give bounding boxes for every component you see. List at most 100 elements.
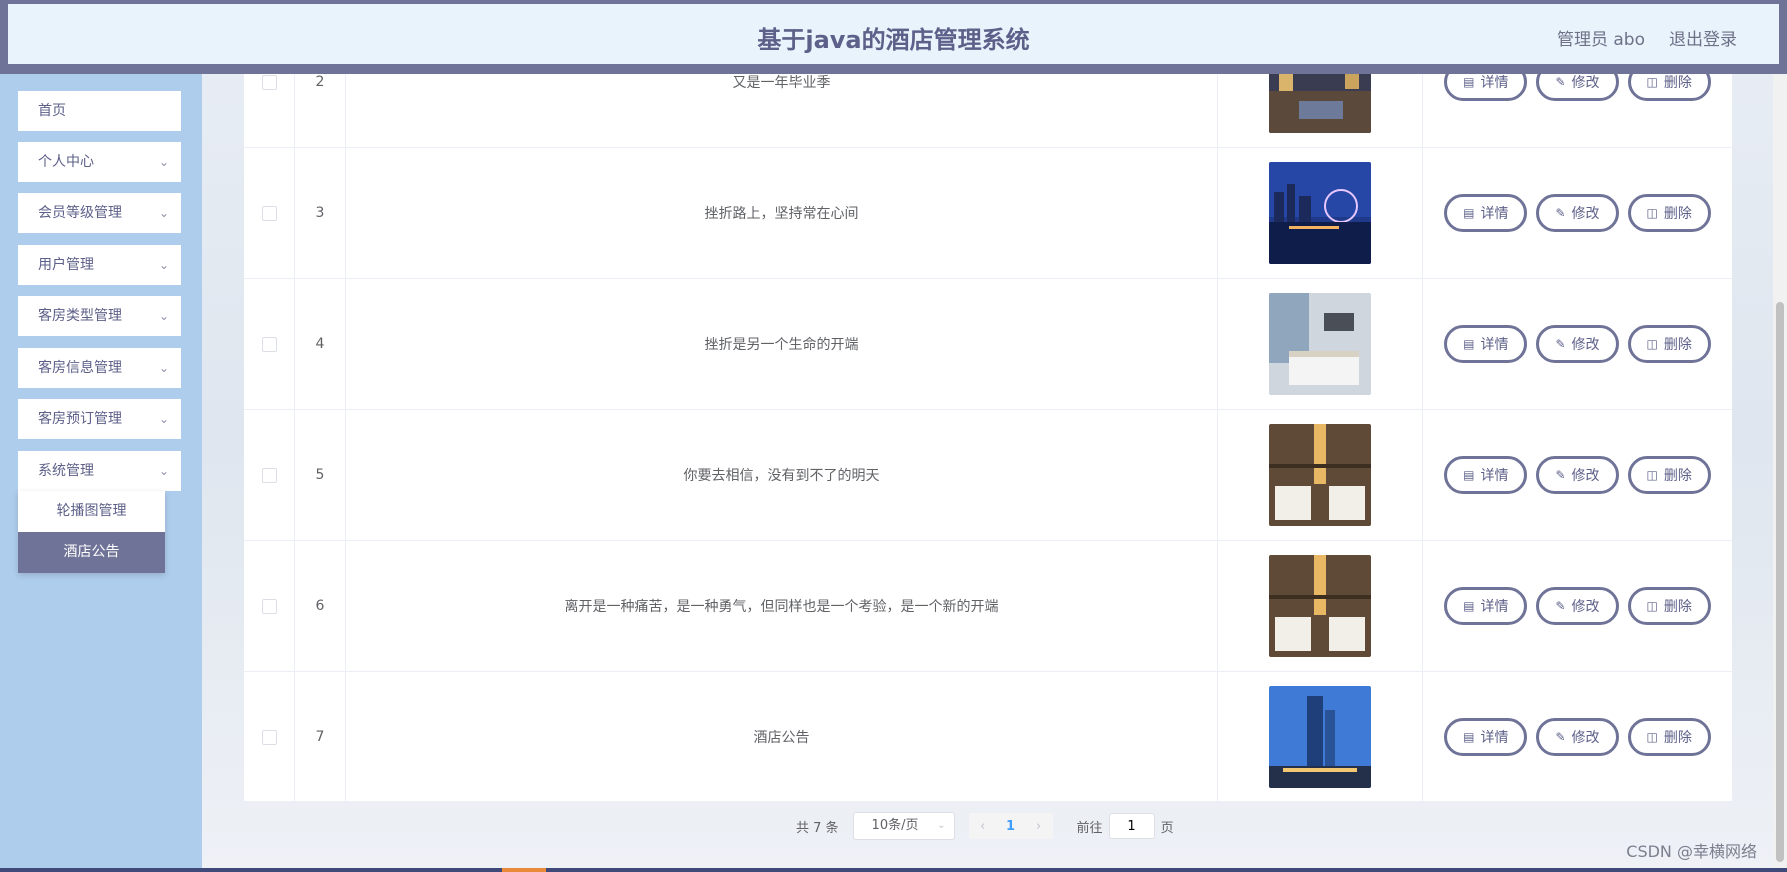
sidebar-item-room-booking[interactable]: 客房预订管理 ⌄ bbox=[18, 399, 181, 439]
system-submenu: 轮播图管理 酒店公告 bbox=[18, 491, 165, 573]
sidebar-item-profile[interactable]: 个人中心 ⌄ bbox=[18, 142, 181, 182]
document-icon: ▤ bbox=[1463, 337, 1475, 351]
document-icon: ▤ bbox=[1463, 730, 1475, 744]
goto-page-input[interactable] bbox=[1108, 813, 1155, 839]
sidebar-item-label: 客房信息管理 bbox=[38, 360, 122, 376]
sidebar-item-room-types[interactable]: 客房类型管理 ⌄ bbox=[18, 296, 181, 336]
taskbar-strip bbox=[0, 868, 1787, 872]
row-index: 7 bbox=[315, 729, 325, 745]
chevron-down-icon: ⌄ bbox=[158, 361, 169, 375]
sidebar-item-label: 个人中心 bbox=[38, 154, 94, 170]
detail-button[interactable]: ▤ 详情 bbox=[1444, 325, 1528, 363]
row-checkbox[interactable] bbox=[261, 74, 277, 90]
edit-button[interactable]: ✎ 修改 bbox=[1536, 718, 1619, 756]
next-page-icon[interactable]: › bbox=[1025, 819, 1053, 834]
goto-page: 前往 页 bbox=[1077, 813, 1174, 839]
trash-icon: ◫ bbox=[1646, 337, 1658, 351]
chevron-down-icon: ⌄ bbox=[158, 464, 169, 478]
notice-table: 2 又是一年毕业季 ▤ 详情 ✎ 修改 ◫ 删除 3 挫折路上，坚持常在心间 ▤… bbox=[244, 17, 1732, 803]
pagination: 共 7 条 10条/页 ⌄ ‹ 1 › 前往 页 bbox=[796, 812, 1174, 840]
prev-page-icon[interactable]: ‹ bbox=[969, 819, 997, 834]
sidebar-item-label: 客房类型管理 bbox=[38, 308, 122, 324]
submenu-item-carousel[interactable]: 轮播图管理 bbox=[18, 491, 165, 532]
detail-button[interactable]: ▤ 详情 bbox=[1444, 587, 1528, 625]
watermark-text: CSDN @幸横网络 bbox=[1626, 842, 1757, 861]
document-icon: ▤ bbox=[1463, 206, 1475, 220]
delete-button[interactable]: ◫ 删除 bbox=[1627, 587, 1711, 625]
delete-button[interactable]: ◫ 删除 bbox=[1627, 718, 1711, 756]
edit-button[interactable]: ✎ 修改 bbox=[1536, 194, 1619, 232]
sidebar-item-system[interactable]: 系统管理 ⌄ bbox=[18, 451, 181, 491]
page-size-value: 10条/页 bbox=[871, 818, 919, 833]
detail-button[interactable]: ▤ 详情 bbox=[1444, 718, 1528, 756]
row-index: 6 bbox=[315, 598, 325, 614]
row-index: 5 bbox=[315, 467, 325, 483]
row-title: 挫折路上，坚持常在心间 bbox=[704, 206, 859, 222]
sidebar-item-label: 会员等级管理 bbox=[38, 205, 122, 221]
chevron-down-icon: ⌄ bbox=[937, 820, 946, 831]
row-index: 3 bbox=[315, 205, 325, 221]
sidebar-item-label: 系统管理 bbox=[38, 463, 94, 479]
row-title: 挫折是另一个生命的开端 bbox=[704, 337, 859, 353]
header-bar-overlay: 基于java的酒店管理系统 管理员 abo 退出登录 bbox=[8, 4, 1779, 64]
edit-button[interactable]: ✎ 修改 bbox=[1536, 325, 1619, 363]
row-title: 酒店公告 bbox=[753, 730, 810, 746]
twin-bed-room-photo bbox=[1269, 424, 1371, 526]
hotel-room-window-photo bbox=[1269, 293, 1371, 395]
sidebar: 首页 个人中心 ⌄ 会员等级管理 ⌄ 用户管理 ⌄ 客房类型管理 ⌄ 客房信息管… bbox=[0, 74, 202, 872]
sidebar-item-member-level[interactable]: 会员等级管理 ⌄ bbox=[18, 193, 181, 233]
row-checkbox[interactable] bbox=[261, 729, 277, 745]
trash-icon: ◫ bbox=[1646, 599, 1658, 613]
chevron-down-icon: ⌄ bbox=[158, 155, 169, 169]
document-icon: ▤ bbox=[1463, 599, 1475, 613]
row-index: 4 bbox=[315, 336, 325, 352]
detail-button[interactable]: ▤ 详情 bbox=[1444, 194, 1528, 232]
trash-icon: ◫ bbox=[1646, 468, 1658, 482]
top-header-overlay: 基于java的酒店管理系统 管理员 abo 退出登录 bbox=[0, 0, 1787, 74]
row-checkbox[interactable] bbox=[261, 467, 277, 483]
chevron-down-icon: ⌄ bbox=[158, 412, 169, 426]
page-size-select[interactable]: 10条/页 ⌄ bbox=[852, 812, 955, 840]
table-row: 3 挫折路上，坚持常在心间 ▤ 详情 ✎ 修改 ◫ 删除 bbox=[244, 148, 1732, 279]
app-title: 基于java的酒店管理系统 bbox=[757, 26, 1030, 54]
pencil-icon: ✎ bbox=[1555, 599, 1566, 613]
table-row: 7 酒店公告 ▤ 详情 ✎ 修改 ◫ 删除 bbox=[244, 672, 1732, 803]
page-number[interactable]: 1 bbox=[997, 819, 1025, 834]
taskbar-indicator bbox=[502, 868, 546, 872]
hotel-tower-exterior-photo bbox=[1269, 686, 1371, 788]
row-index: 2 bbox=[315, 74, 325, 90]
delete-button[interactable]: ◫ 删除 bbox=[1627, 194, 1711, 232]
sidebar-item-home[interactable]: 首页 bbox=[18, 91, 181, 131]
submenu-item-hotel-notice[interactable]: 酒店公告 bbox=[18, 532, 165, 573]
goto-label: 前往 bbox=[1076, 820, 1103, 836]
table-row: 6 离开是一种痛苦，是一种勇气，但同样也是一个考验，是一个新的开端 ▤ 详情 ✎ 修… bbox=[244, 541, 1732, 672]
page-suffix: 页 bbox=[1160, 820, 1174, 836]
chevron-down-icon: ⌄ bbox=[158, 258, 169, 272]
trash-icon: ◫ bbox=[1646, 75, 1658, 89]
trash-icon: ◫ bbox=[1646, 206, 1658, 220]
chevron-down-icon: ⌄ bbox=[158, 206, 169, 220]
sidebar-item-label: 用户管理 bbox=[38, 257, 94, 273]
edit-button[interactable]: ✎ 修改 bbox=[1536, 456, 1619, 494]
trash-icon: ◫ bbox=[1646, 730, 1658, 744]
row-checkbox[interactable] bbox=[261, 598, 277, 614]
city-night-skyline-photo bbox=[1269, 162, 1371, 264]
delete-button[interactable]: ◫ 删除 bbox=[1627, 325, 1711, 363]
sidebar-item-users[interactable]: 用户管理 ⌄ bbox=[18, 245, 181, 285]
scrollbar-thumb[interactable] bbox=[1776, 302, 1784, 862]
logout-link[interactable]: 退出登录 bbox=[1669, 25, 1737, 50]
delete-button[interactable]: ◫ 删除 bbox=[1627, 456, 1711, 494]
document-icon: ▤ bbox=[1463, 468, 1475, 482]
edit-button[interactable]: ✎ 修改 bbox=[1536, 587, 1619, 625]
row-checkbox[interactable] bbox=[261, 205, 277, 221]
row-checkbox[interactable] bbox=[261, 336, 277, 352]
vertical-scrollbar[interactable] bbox=[1773, 74, 1787, 872]
detail-button[interactable]: ▤ 详情 bbox=[1444, 456, 1528, 494]
pencil-icon: ✎ bbox=[1555, 730, 1566, 744]
current-user-label[interactable]: 管理员 abo bbox=[1557, 25, 1645, 50]
header-user-area: 管理员 abo 退出登录 bbox=[1557, 25, 1737, 50]
pencil-icon: ✎ bbox=[1555, 206, 1566, 220]
twin-bed-room-photo bbox=[1269, 555, 1371, 657]
sidebar-item-room-info[interactable]: 客房信息管理 ⌄ bbox=[18, 348, 181, 388]
pencil-icon: ✎ bbox=[1555, 337, 1566, 351]
